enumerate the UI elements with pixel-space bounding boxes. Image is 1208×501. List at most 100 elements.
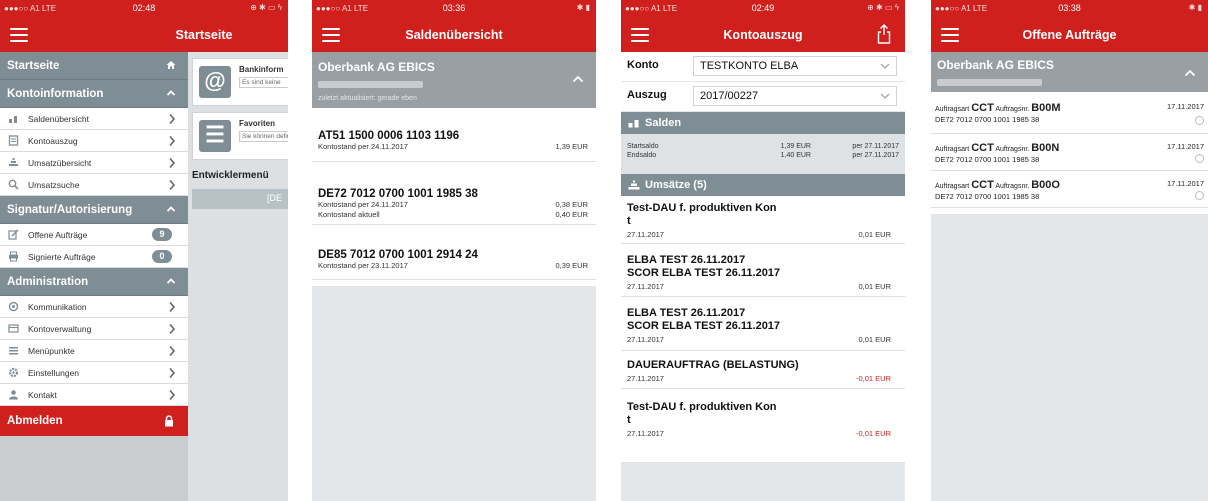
transaction-text: SCOR ELBA TEST 26.11.2017: [627, 267, 781, 279]
menu-item-label: Menüpunkte: [28, 346, 75, 356]
konto-select[interactable]: TESTKONTO ELBA: [693, 56, 897, 76]
order-row[interactable]: Auftragsart CCT Auftragsnr. B00N DE72 70…: [931, 134, 1208, 171]
order-select-radio[interactable]: [1195, 116, 1204, 125]
transaction-row[interactable]: ELBA TEST 26.11.2017 SCOR ELBA TEST 26.1…: [621, 297, 905, 351]
menu-section-kontoinformation[interactable]: Kontoinformation: [0, 80, 188, 108]
chevron-down-icon: [880, 63, 890, 69]
menu-item-umsatzuebersicht[interactable]: Umsatzübersicht: [0, 152, 188, 174]
konto-value: TESTKONTO ELBA: [700, 60, 799, 72]
transaction-date: 27.11.2017: [627, 429, 664, 438]
transaction-date: 27.11.2017: [627, 230, 664, 239]
menu-item-kontakt[interactable]: Kontakt: [0, 384, 188, 406]
scale-icon: [628, 120, 639, 128]
konto-label: Konto: [627, 59, 659, 71]
printer-icon: [9, 251, 18, 262]
dev-button[interactable]: [DE: [192, 189, 288, 209]
transaction-text: t: [627, 215, 631, 227]
home-content: @ Bankinform Es sind keine ☰ Favoriten S…: [188, 52, 288, 501]
menu-item-label: Umsatzübersicht: [28, 158, 92, 168]
menu-item-einstellungen[interactable]: Einstellungen: [0, 362, 188, 384]
logout-button[interactable]: Abmelden: [0, 406, 188, 436]
account-iban: DE72 7012 0700 1001 1985 38: [318, 188, 478, 200]
umsaetze-header: Umsätze (5): [621, 174, 905, 196]
balance-amount: 0,39 EUR: [555, 261, 588, 270]
order-select-radio[interactable]: [1195, 154, 1204, 163]
salden-header: Salden: [621, 112, 905, 134]
chevron-up-icon: [166, 278, 176, 284]
menu-item-menuepunkte[interactable]: Menüpunkte: [0, 340, 188, 362]
menu-item-kontoverwaltung[interactable]: Kontoverwaltung: [0, 318, 188, 340]
transaction-meta: 27.11.2017 0,01 EUR: [627, 335, 899, 345]
order-select-radio[interactable]: [1195, 191, 1204, 200]
transaction-text: DAUERAUFTRAG (BELASTUNG): [627, 359, 799, 371]
menu-section-administration[interactable]: Administration: [0, 268, 188, 296]
transaction-row[interactable]: Test-DAU f. produktiven Kon t 27.11.2017…: [621, 196, 905, 244]
transaction-text: SCOR ELBA TEST 26.11.2017: [627, 320, 781, 332]
tile-title: Favoriten: [239, 119, 276, 128]
bank-header[interactable]: Oberbank AG EBICS zuletzt aktualisiert: …: [312, 52, 596, 108]
transaction-text: t: [627, 414, 631, 426]
tile-bankinfo[interactable]: @ Bankinform Es sind keine: [192, 58, 288, 106]
tile-subtitle: Es sind keine: [239, 77, 288, 88]
menu-item-saldenuebersicht[interactable]: Saldenübersicht: [0, 108, 188, 130]
salden-label: Salden: [645, 117, 682, 129]
menu-section-signatur[interactable]: Signatur/Autorisierung: [0, 196, 188, 224]
chevron-up-icon: [166, 90, 176, 96]
menu-item-kontoauszug[interactable]: Kontoauszug: [0, 130, 188, 152]
chevron-right-icon: [169, 345, 176, 357]
transaction-date: 27.11.2017: [627, 335, 664, 344]
transaction-meta: 27.11.2017 0,01 EUR: [627, 282, 899, 292]
chevron-right-icon: [169, 135, 176, 147]
menu-item-kommunikation[interactable]: Kommunikation: [0, 296, 188, 318]
menu-item-offene-auftraege[interactable]: Offene Aufträge 9: [0, 224, 188, 246]
chevron-right-icon: [169, 367, 176, 379]
order-number-label: Auftragsnr.: [995, 146, 1030, 153]
auszug-select[interactable]: 2017/00227: [693, 86, 897, 106]
end-saldo-label: Endsaldo: [627, 152, 657, 159]
redacted-customer-id: [937, 79, 1042, 87]
account-row[interactable]: AT51 1500 0006 1103 1196 Kontostand per …: [312, 108, 596, 162]
clock: 02:49: [751, 3, 775, 13]
page-title: Offene Aufträge: [1022, 28, 1117, 42]
chevron-right-icon: [169, 323, 176, 335]
transaction-date: 27.11.2017: [627, 282, 664, 291]
empty-area: [931, 214, 1208, 501]
section-label: Administration: [7, 276, 89, 288]
order-row[interactable]: Auftragsart CCT Auftragsnr. B00M DE72 70…: [931, 92, 1208, 134]
order-row[interactable]: Auftragsart CCT Auftragsnr. B00O DE72 70…: [931, 171, 1208, 208]
menu-item-umsatzsuche[interactable]: Umsatzsuche: [0, 174, 188, 196]
balance-line: Kontostand per 24.11.2017 0,38 EUR: [318, 200, 596, 210]
transaction-row[interactable]: ELBA TEST 26.11.2017 SCOR ELBA TEST 26.1…: [621, 244, 905, 297]
order-iban: DE72 7012 0700 1001 1985 38: [935, 155, 1040, 164]
order-number: B00O: [1031, 179, 1060, 191]
section-label: Signatur/Autorisierung: [7, 204, 133, 216]
app-bar: Saldenübersicht: [312, 18, 596, 52]
share-icon[interactable]: [877, 24, 891, 44]
last-updated: zuletzt aktualisiert: gerade eben: [318, 95, 417, 102]
status-bar: ●●●○○ A1 LTE 02:49 ⊕ ✱ ▭ ϟ: [621, 0, 905, 18]
order-type: CCT: [971, 142, 994, 154]
bank-header[interactable]: Oberbank AG EBICS: [931, 52, 1208, 92]
balance-label: Kontostand per 24.11.2017: [318, 200, 408, 209]
menu-icon[interactable]: [10, 28, 28, 42]
order-date: 17.11.2017: [1167, 102, 1204, 111]
tile-favoriten[interactable]: ☰ Favoriten Sie können definieren.: [192, 112, 288, 160]
phone-offene-auftraege: ●●●○○ A1 LTE 03:38 ✱ ▮ Offene Aufträge O…: [931, 0, 1208, 501]
balance-line: Kontostand aktuell 0,40 EUR: [318, 210, 596, 220]
status-icons: ✱ ▮: [1188, 3, 1202, 12]
account-row[interactable]: DE72 7012 0700 1001 1985 38 Kontostand p…: [312, 162, 596, 225]
menu-item-signierte-auftraege[interactable]: Signierte Aufträge 0: [0, 246, 188, 268]
chevron-right-icon: [169, 157, 176, 169]
order-number-label: Auftragsnr.: [995, 183, 1030, 190]
end-saldo-date: per 27.11.2017: [852, 152, 899, 159]
lock-icon: [165, 415, 173, 427]
app-bar: Startseite: [0, 18, 288, 52]
order-type: CCT: [971, 179, 994, 191]
status-icons: ✱ ▮: [576, 3, 590, 12]
phone-kontoauszug: ●●●○○ A1 LTE 02:49 ⊕ ✱ ▭ ϟ Kontoauszug K…: [621, 0, 905, 501]
transaction-date: 27.11.2017: [627, 374, 664, 383]
transaction-row[interactable]: DAUERAUFTRAG (BELASTUNG) 27.11.2017 -0,0…: [621, 351, 905, 389]
account-row[interactable]: DE85 7012 0700 1001 2914 24 Kontostand p…: [312, 225, 596, 280]
menu-section-startseite[interactable]: Startseite: [0, 52, 188, 80]
transaction-row[interactable]: Test-DAU f. produktiven Kon t 27.11.2017…: [621, 389, 905, 445]
